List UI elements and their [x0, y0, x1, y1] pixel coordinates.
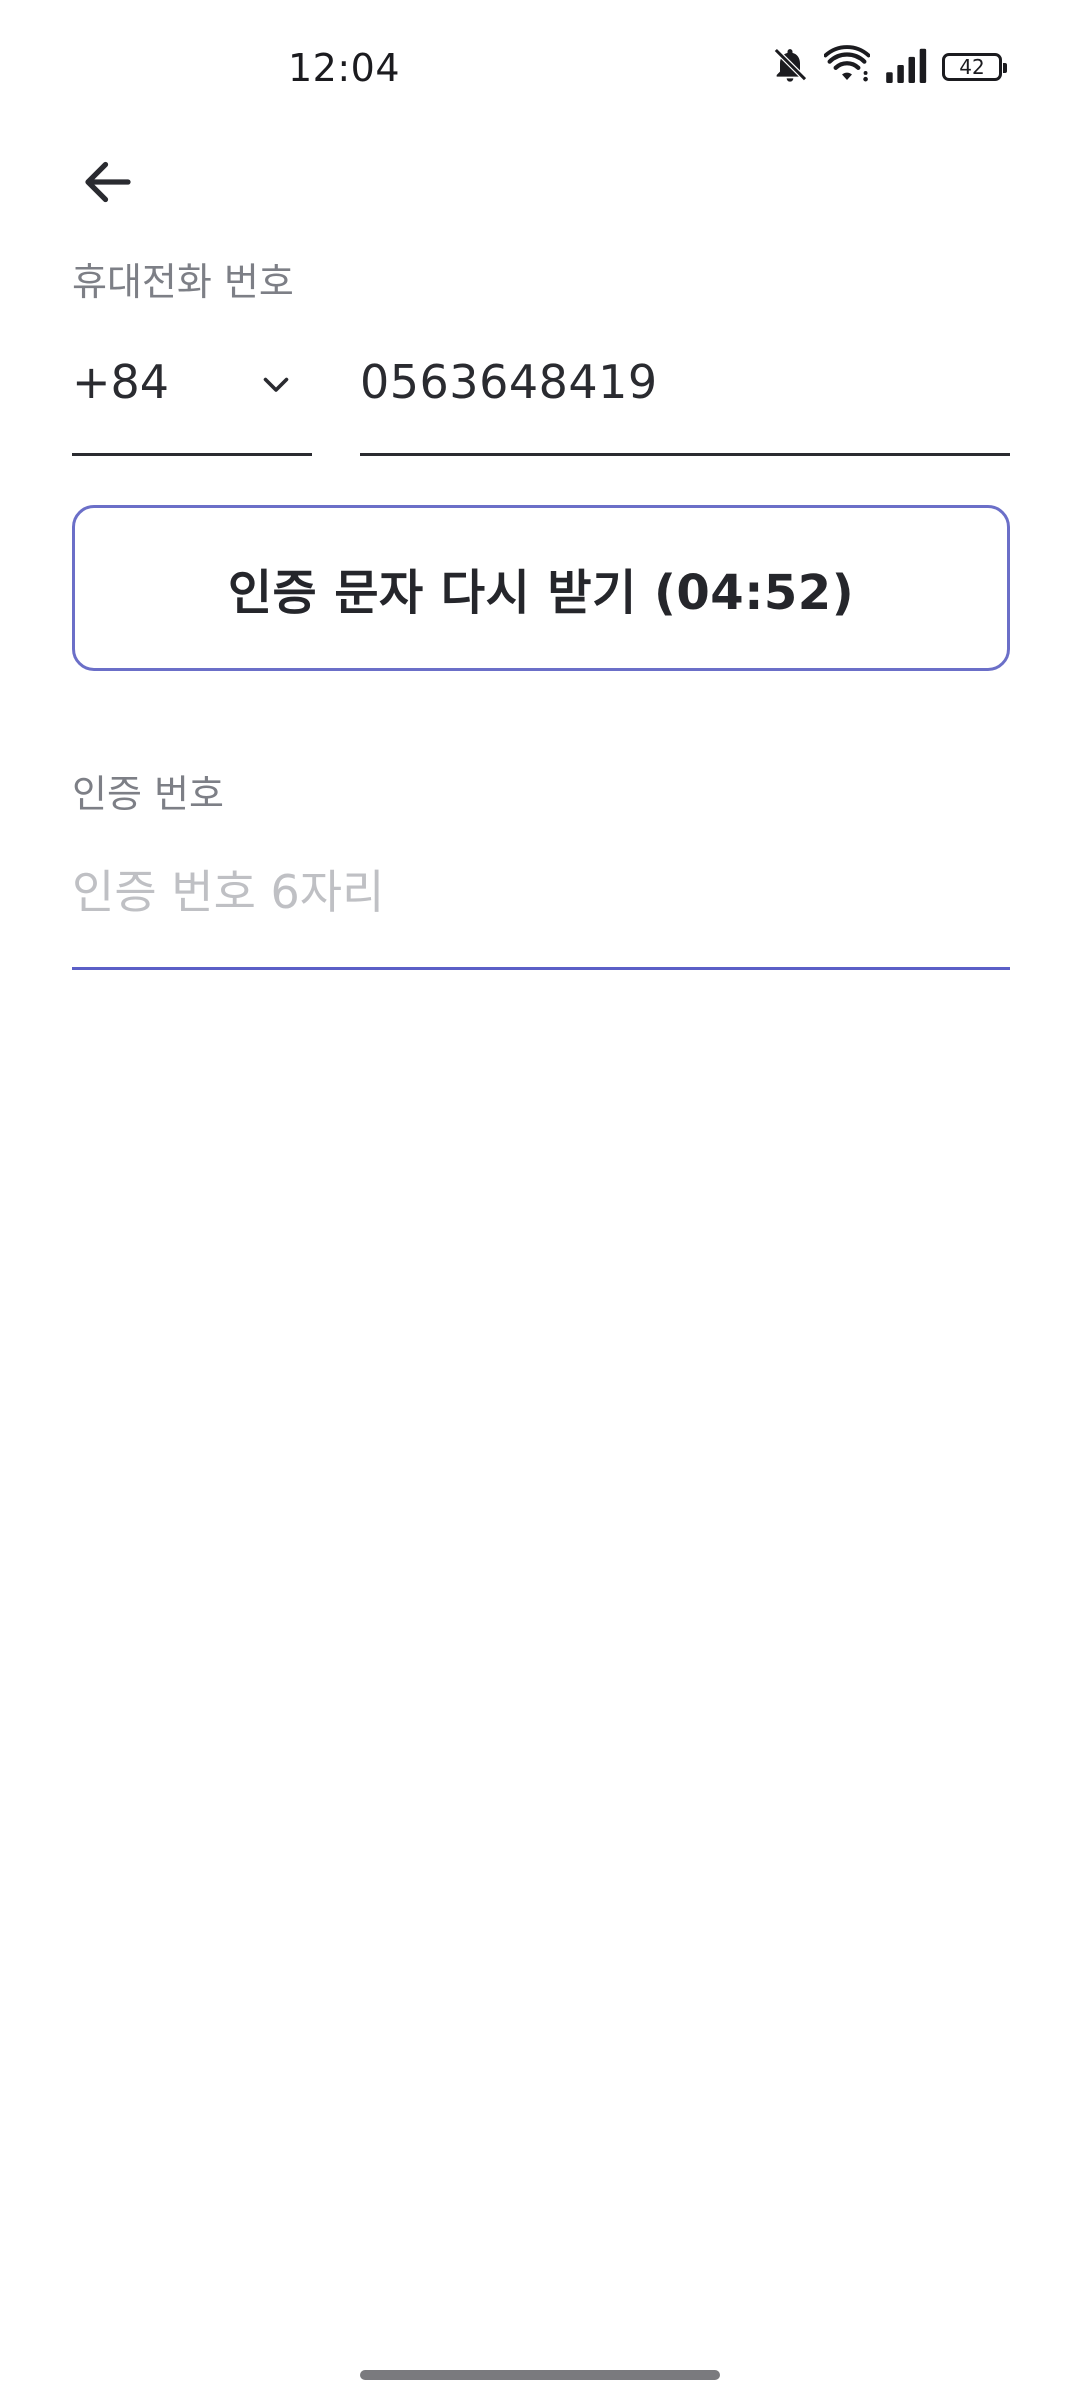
verification-code-label: 인증 번호: [72, 772, 224, 816]
country-code-select[interactable]: +84: [72, 340, 312, 456]
signal-icon: [884, 47, 928, 87]
bell-off-icon: [770, 45, 810, 89]
battery-icon: 42: [942, 53, 1007, 81]
battery-level: 42: [959, 55, 985, 79]
verification-code-input[interactable]: [72, 858, 1010, 926]
resend-code-button[interactable]: 인증 문자 다시 받기 (04:52): [72, 505, 1010, 671]
arrow-left-icon: [78, 152, 138, 216]
phone-label: 휴대전화 번호: [72, 260, 294, 304]
verification-code-field: [72, 848, 1010, 970]
status-icons: 42: [770, 44, 1007, 90]
back-button[interactable]: [58, 134, 158, 234]
home-indicator[interactable]: [360, 2370, 720, 2380]
status-bar: 12:04 42: [0, 0, 1080, 135]
chevron-down-icon: [258, 366, 294, 402]
phone-number-input[interactable]: [360, 350, 1010, 414]
resend-code-label: 인증 문자 다시 받기 (04:52): [227, 565, 855, 621]
verification-screen: 12:04 42 휴대전화 번호 +84 0563648419 인증 문자 다시…: [0, 0, 1080, 2400]
phone-number-field: [360, 340, 1010, 456]
country-code-value: +84: [72, 355, 170, 409]
status-time: 12:04: [288, 46, 401, 90]
wifi-icon: [823, 45, 871, 89]
